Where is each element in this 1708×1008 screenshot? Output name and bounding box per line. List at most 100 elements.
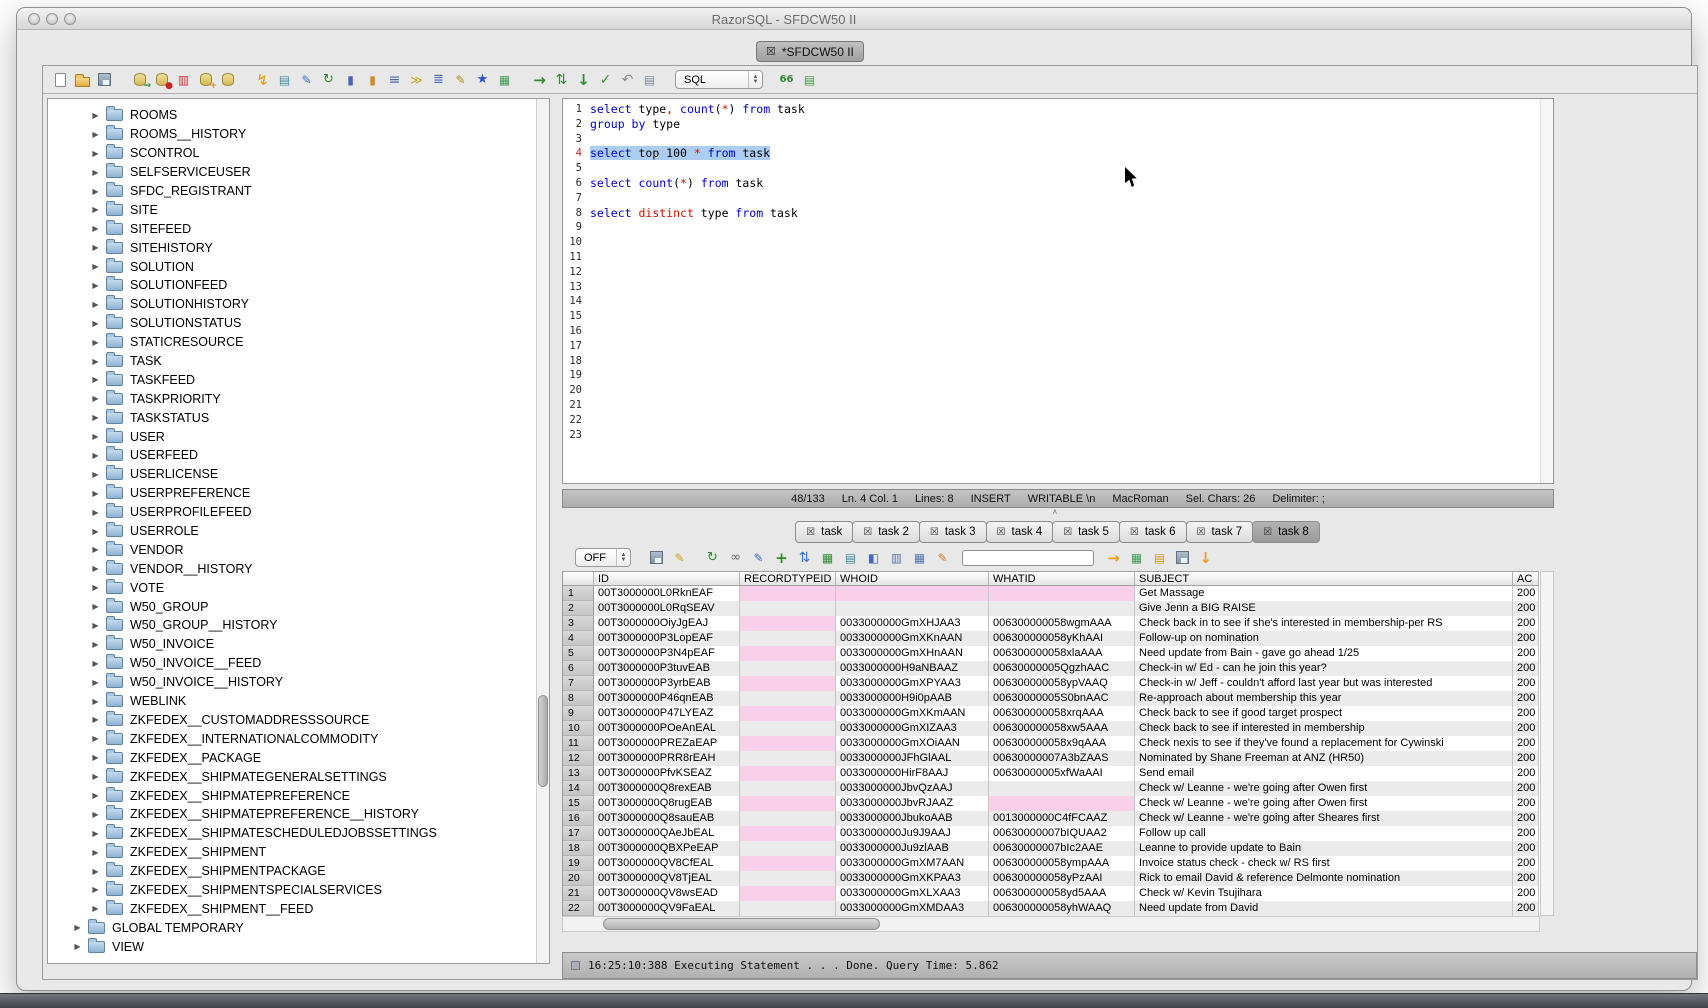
results-tab-task-2[interactable]: ☒task 2 (852, 521, 920, 543)
expand-arrow-icon[interactable]: ▶ (90, 375, 101, 384)
expand-arrow-icon[interactable]: ▶ (90, 508, 101, 517)
close-tab-icon[interactable]: ☒ (863, 527, 872, 538)
open-file-icon[interactable] (73, 70, 92, 89)
table-cell[interactable]: 00630000005QgzhAAC (989, 661, 1135, 676)
tree-item-user[interactable]: ▶USER (48, 427, 549, 446)
table-cell[interactable]: Check back in to see if she's interested… (1135, 616, 1513, 631)
expand-arrow-icon[interactable]: ▶ (90, 111, 101, 120)
table-cell[interactable]: 00T3000000Q8sauEAB (594, 811, 740, 826)
table-cell[interactable]: 0033000000JbukoAAB (836, 811, 989, 826)
table-cell[interactable] (740, 811, 836, 826)
table-cell[interactable] (740, 901, 836, 916)
editor-line[interactable]: 5 (563, 161, 1553, 176)
table-cell[interactable]: 00T3000000P47LYEAZ (594, 706, 740, 721)
row-number[interactable]: 21 (563, 886, 594, 901)
expand-arrow-icon[interactable]: ▶ (90, 205, 101, 214)
table-cell[interactable] (989, 781, 1135, 796)
table-cell[interactable]: 00T3000000L0RknEAF (594, 586, 740, 601)
tree-item-sitehistory[interactable]: ▶SITEHISTORY (48, 238, 549, 257)
tree-item-rooms[interactable]: ▶ROOMS (48, 106, 549, 125)
expand-arrow-icon[interactable]: ▶ (90, 527, 101, 536)
tree-item-zkfedex-shipment[interactable]: ▶ZKFEDEX__SHIPMENT (48, 843, 549, 862)
table-cell[interactable]: 006300000058wgmAAA (989, 616, 1135, 631)
row-number[interactable]: 22 (563, 901, 594, 916)
table-cell[interactable]: Check back to see if interested in membe… (1135, 721, 1513, 736)
table-row[interactable]: 700T3000000P3yrbEAB0033000000GmXPYAA3006… (563, 676, 1540, 691)
list-icon[interactable]: ≡ (385, 70, 404, 89)
close-tab-icon[interactable]: ☒ (1263, 527, 1272, 538)
results-list-icon[interactable]: ▤ (275, 70, 294, 89)
disconnect-icon[interactable]: ● (152, 70, 171, 89)
tree-item-zkfedex-shipment-feed[interactable]: ▶ZKFEDEX__SHIPMENT__FEED (48, 899, 549, 918)
table-row[interactable]: 2100T3000000QV8wsEAD0033000000GmXLXAA300… (563, 886, 1540, 901)
expand-arrow-icon[interactable]: ▶ (90, 659, 101, 668)
close-tab-icon[interactable]: ☒ (997, 527, 1006, 538)
table-row[interactable]: 1300T3000000PfvKSEAZ0033000000HirF8AAJ00… (563, 766, 1540, 781)
table-cell[interactable]: 0033000000GmXLXAA3 (836, 886, 989, 901)
results-tab-task-7[interactable]: ☒task 7 (1186, 521, 1254, 543)
tree-item-zkfedex-package[interactable]: ▶ZKFEDEX__PACKAGE (48, 748, 549, 767)
results-tab-task-3[interactable]: ☒task 3 (919, 521, 987, 543)
row-number[interactable]: 3 (563, 616, 594, 631)
close-tab-icon[interactable]: ☒ (806, 527, 815, 538)
table-cell[interactable]: 00T3000000P46qnEAB (594, 691, 740, 706)
table-cell[interactable] (989, 796, 1135, 811)
expand-arrow-icon[interactable]: ▶ (90, 130, 101, 139)
table-cell[interactable] (740, 676, 836, 691)
expand-arrow-icon[interactable]: ▶ (90, 715, 101, 724)
editor-line[interactable]: 2group by type (563, 117, 1553, 132)
history-icon[interactable]: 66 (777, 70, 796, 89)
row-number[interactable]: 15 (563, 796, 594, 811)
table-cell[interactable]: 200 (1513, 616, 1539, 631)
editor-line[interactable]: 12 (563, 265, 1553, 280)
table-cell[interactable]: 006300000058x9qAAA (989, 736, 1135, 751)
table-cell[interactable]: Check nexis to see if they've found a re… (1135, 736, 1513, 751)
table-cell[interactable]: 200 (1513, 871, 1539, 886)
expand-arrow-icon[interactable]: ▶ (90, 149, 101, 158)
table-cell[interactable] (740, 796, 836, 811)
tree-item-w50-invoice-history[interactable]: ▶W50_INVOICE__HISTORY (48, 673, 549, 692)
go-forward-icon[interactable]: → (530, 70, 549, 89)
table-cell[interactable]: 00T3000000P3tuvEAB (594, 661, 740, 676)
table-cell[interactable]: 00T3000000PREZaEAP (594, 736, 740, 751)
editor-line[interactable]: 4select top 100 * from task (563, 146, 1553, 161)
expand-arrow-icon[interactable]: ▶ (90, 810, 101, 819)
tree-item-solutionhistory[interactable]: ▶SOLUTIONHISTORY (48, 295, 549, 314)
table-cell[interactable]: 00T3000000QV8wsEAD (594, 886, 740, 901)
table-cell[interactable]: 0033000000H9i0pAAB (836, 691, 989, 706)
table-cell[interactable] (740, 871, 836, 886)
tree-item-zkfedex-shipmategeneralsettings[interactable]: ▶ZKFEDEX__SHIPMATEGENERALSETTINGS (48, 767, 549, 786)
tree-item-w50-group[interactable]: ▶W50_GROUP (48, 597, 549, 616)
table-cell[interactable]: 0033000000GmXHJAA3 (836, 616, 989, 631)
expand-arrow-icon[interactable]: ▶ (90, 621, 101, 630)
row-number[interactable]: 1 (563, 586, 594, 601)
table-cell[interactable]: 200 (1513, 676, 1539, 691)
row-number[interactable]: 8 (563, 691, 594, 706)
table-cell[interactable]: 00T3000000QV8TjEAL (594, 871, 740, 886)
table-cell[interactable]: 00T3000000PRR8rEAH (594, 751, 740, 766)
table-row[interactable]: 1000T3000000POeAnEAL0033000000GmXIZAA300… (563, 721, 1540, 736)
table-row[interactable]: 1900T3000000QV8CfEAL0033000000GmXM7AAN00… (563, 856, 1540, 871)
results-tab-task-6[interactable]: ☒task 6 (1119, 521, 1187, 543)
tree-item-staticresource[interactable]: ▶STATICRESOURCE (48, 333, 549, 352)
editor-line[interactable]: 1select type, count(*) from task (563, 102, 1553, 117)
table-cell[interactable] (989, 586, 1135, 601)
table-cell[interactable]: 00630000005xfWaAAI (989, 766, 1135, 781)
column-header-recordtypeid[interactable]: RECORDTYPEID (740, 571, 836, 586)
tree-item-sitefeed[interactable]: ▶SITEFEED (48, 219, 549, 238)
insert-record-icon[interactable]: + (772, 548, 791, 567)
table-cell[interactable] (740, 736, 836, 751)
table-cell[interactable]: 0033000000H9aNBAAZ (836, 661, 989, 676)
table-cell[interactable]: 0033000000GmXM7AAN (836, 856, 989, 871)
table-cell[interactable]: 200 (1513, 841, 1539, 856)
view-records-icon[interactable]: ∞ (726, 548, 745, 567)
expand-arrow-icon[interactable]: ▶ (90, 640, 101, 649)
table-cell[interactable]: 006300000058ympAAA (989, 856, 1135, 871)
table-cell[interactable]: 200 (1513, 646, 1539, 661)
expand-arrow-icon[interactable]: ▶ (90, 357, 101, 366)
splitter-handle-icon[interactable]: ∧ (1052, 507, 1058, 516)
table-cell[interactable]: 0033000000GmXKnAAN (836, 631, 989, 646)
editor-line[interactable]: 13 (563, 280, 1553, 295)
table-cell[interactable] (740, 646, 836, 661)
column-header-id[interactable]: ID (594, 571, 740, 586)
